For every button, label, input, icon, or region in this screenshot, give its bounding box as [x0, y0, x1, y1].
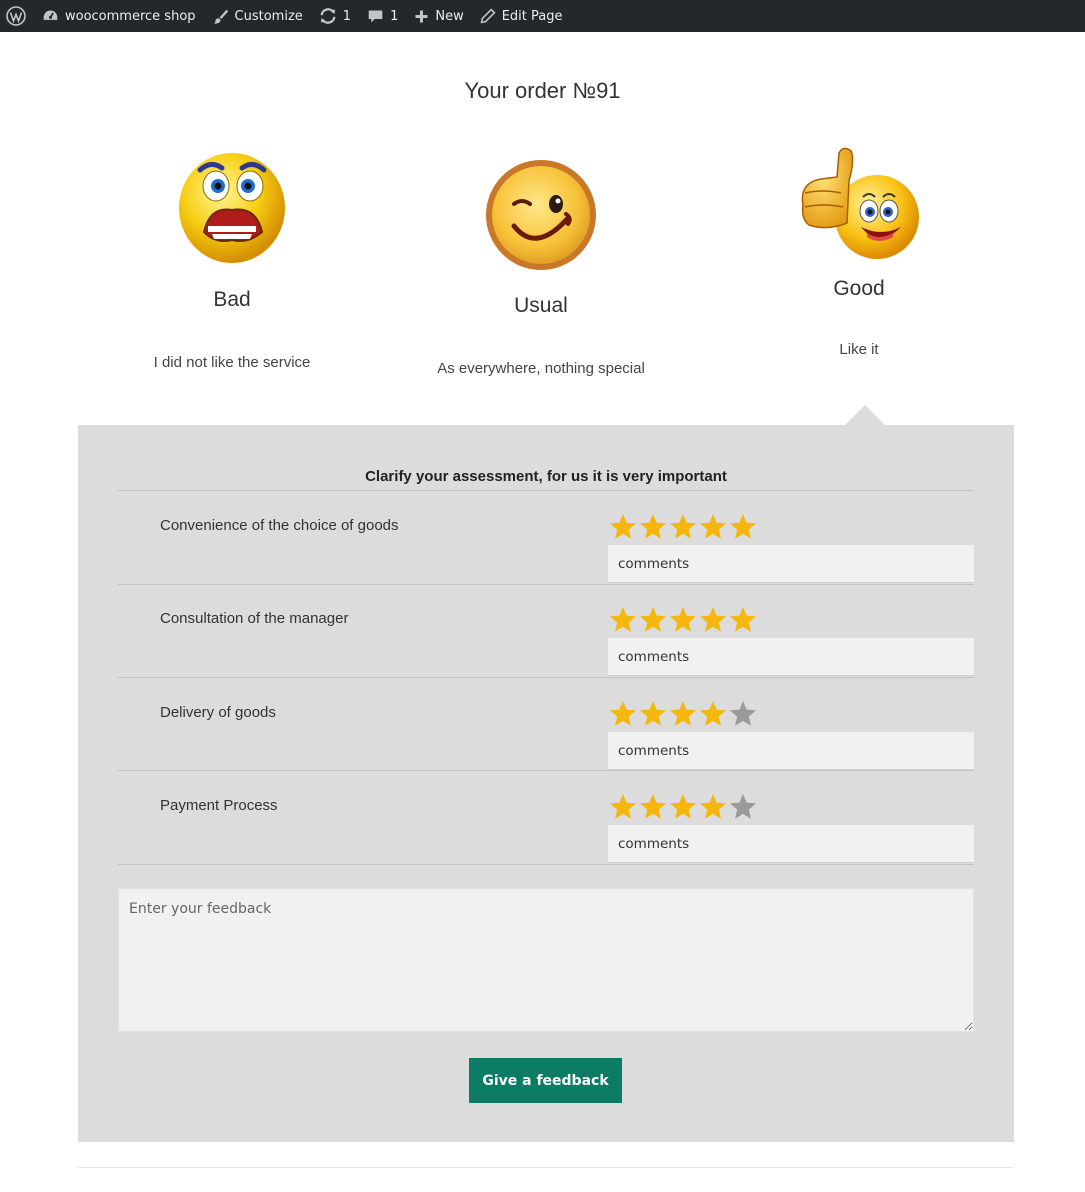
new-content-link[interactable]: New	[406, 0, 471, 32]
new-label: New	[435, 8, 464, 24]
criterion-label: Delivery of goods	[160, 704, 276, 721]
criterion-label: Consultation of the manager	[160, 610, 349, 627]
mood-option-usual[interactable]: Usual As everywhere, nothing special	[411, 158, 671, 377]
star-filled-icon[interactable]	[728, 605, 758, 635]
edit-page-link[interactable]: Edit Page	[472, 0, 571, 32]
star-empty-icon[interactable]	[728, 792, 758, 822]
mood-option-good[interactable]: Good Like it	[729, 145, 989, 358]
comment-input[interactable]	[608, 825, 974, 863]
star-filled-icon[interactable]	[638, 605, 668, 635]
criterion-label: Payment Process	[160, 797, 278, 814]
mood-description-bad: I did not like the service	[153, 354, 311, 371]
site-name: woocommerce shop	[65, 8, 196, 24]
updates-link[interactable]: 1	[311, 0, 359, 32]
feedback-textarea[interactable]	[118, 888, 974, 1032]
criterion-label: Convenience of the choice of goods	[160, 517, 399, 534]
comments-link[interactable]: 1	[359, 0, 406, 32]
star-filled-icon[interactable]	[698, 512, 728, 542]
brush-icon	[212, 8, 229, 25]
comment-input[interactable]	[608, 732, 974, 770]
star-rating[interactable]	[608, 512, 758, 542]
star-filled-icon[interactable]	[638, 699, 668, 729]
assessment-panel: Clarify your assessment, for us it is ve…	[78, 425, 1014, 1142]
edit-page-label: Edit Page	[501, 8, 563, 24]
mood-label-good: Good	[833, 277, 885, 300]
star-rating[interactable]	[608, 792, 758, 822]
comment-bubble-icon	[367, 8, 384, 25]
dashboard-icon	[42, 8, 59, 25]
star-filled-icon[interactable]	[638, 512, 668, 542]
wordpress-logo-icon[interactable]	[0, 0, 34, 32]
customize-link[interactable]: Customize	[204, 0, 311, 32]
star-filled-icon[interactable]	[638, 792, 668, 822]
star-filled-icon[interactable]	[608, 605, 638, 635]
star-filled-icon[interactable]	[608, 512, 638, 542]
footer-divider	[78, 1167, 1014, 1168]
scared-face-icon	[176, 148, 288, 266]
star-empty-icon[interactable]	[728, 699, 758, 729]
winking-face-icon	[484, 158, 598, 272]
site-name-link[interactable]: woocommerce shop	[34, 0, 204, 32]
star-filled-icon[interactable]	[608, 699, 638, 729]
give-feedback-button[interactable]: Give a feedback	[469, 1058, 622, 1103]
star-filled-icon[interactable]	[728, 512, 758, 542]
star-rating[interactable]	[608, 699, 758, 729]
updates-count: 1	[342, 8, 352, 24]
selection-pointer	[845, 405, 885, 425]
divider	[118, 490, 974, 491]
star-filled-icon[interactable]	[668, 792, 698, 822]
comments-count: 1	[390, 8, 399, 24]
pencil-icon	[480, 8, 496, 24]
star-filled-icon[interactable]	[698, 699, 728, 729]
comment-input[interactable]	[608, 638, 974, 676]
star-rating[interactable]	[608, 605, 758, 635]
star-filled-icon[interactable]	[668, 512, 698, 542]
mood-label-usual: Usual	[514, 294, 568, 317]
assessment-heading: Clarify your assessment, for us it is ve…	[365, 468, 727, 485]
admin-bar: woocommerce shop Customize 1 1 New Edit …	[0, 0, 1085, 32]
comment-input[interactable]	[608, 545, 974, 583]
divider	[118, 770, 974, 771]
divider	[118, 864, 974, 865]
mood-description-good: Like it	[839, 341, 879, 358]
mood-label-bad: Bad	[213, 288, 251, 311]
plus-icon	[414, 9, 429, 24]
divider	[118, 677, 974, 678]
divider	[118, 584, 974, 585]
star-filled-icon[interactable]	[668, 605, 698, 635]
page-title: Your order №91	[464, 78, 621, 103]
mood-description-usual: As everywhere, nothing special	[437, 360, 645, 377]
star-filled-icon[interactable]	[698, 792, 728, 822]
thumbs-up-face-icon	[797, 145, 921, 263]
mood-option-bad[interactable]: Bad I did not like the service	[102, 148, 362, 371]
customize-label: Customize	[234, 8, 303, 24]
updates-icon	[319, 7, 337, 25]
star-filled-icon[interactable]	[698, 605, 728, 635]
star-filled-icon[interactable]	[608, 792, 638, 822]
star-filled-icon[interactable]	[668, 699, 698, 729]
